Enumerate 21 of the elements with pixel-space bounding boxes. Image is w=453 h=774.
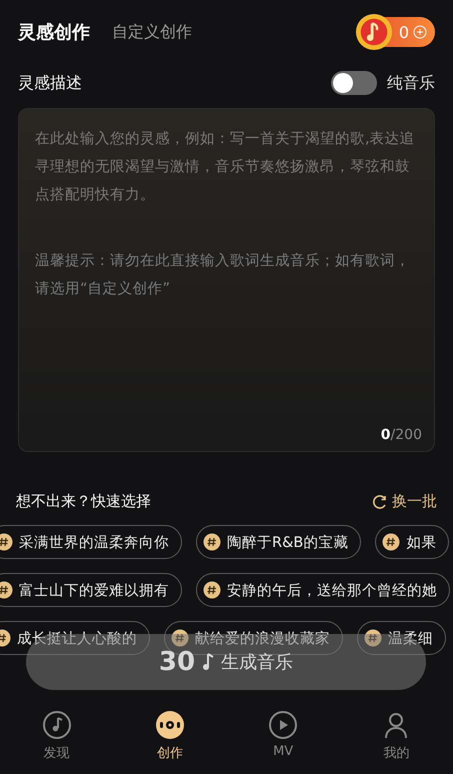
- suggestion-chip[interactable]: 采满世界的温柔奔向你: [0, 525, 182, 559]
- character-count: 0/200: [380, 427, 422, 443]
- section-label: 灵感描述: [18, 72, 82, 94]
- prompt-field[interactable]: 在此处输入您的灵感，例如：写一首关于渴望的歌,表达追寻理想的无限渴望与激情，音乐节奏悠扬激昂，琴弦和鼓点搭配明快有力。 温馨提示：请勿在此直接输入歌词生成音乐；如有歌词，请选用“自定义创作” 0/200: [18, 108, 435, 452]
- tab[interactable]: 灵感创作: [18, 20, 90, 44]
- nav-tab[interactable]: 我的: [340, 704, 453, 774]
- toggle-label: 纯音乐: [387, 72, 435, 94]
- tab[interactable]: 自定义创作: [112, 22, 192, 42]
- nav-tab[interactable]: MV: [226, 704, 340, 774]
- refresh-button[interactable]: 换一批: [372, 492, 437, 511]
- nav-tab[interactable]: 创作: [113, 704, 226, 774]
- nav-tab[interactable]: 发现: [0, 704, 114, 774]
- suggestion-chip[interactable]: 富士山下的爱难以拥有: [0, 573, 182, 607]
- section-title: 想不出来？快速选择: [16, 492, 151, 511]
- suggestion-chip[interactable]: 陶醉于R&B的宝藏: [196, 525, 362, 559]
- suggestion-chip[interactable]: 温柔细: [357, 621, 446, 655]
- coin-count: 0: [398, 22, 409, 42]
- suggestion-chip[interactable]: 安静的午后，送给那个曾经的她: [196, 573, 450, 607]
- suggestion-chip[interactable]: 如果: [375, 525, 450, 559]
- suggestion-chip[interactable]: 成长挺让人心酸的: [0, 621, 150, 655]
- hint-text: 温馨提示：请勿在此直接输入歌词生成音乐；如有歌词，请选用“自定义创作”: [34, 252, 411, 299]
